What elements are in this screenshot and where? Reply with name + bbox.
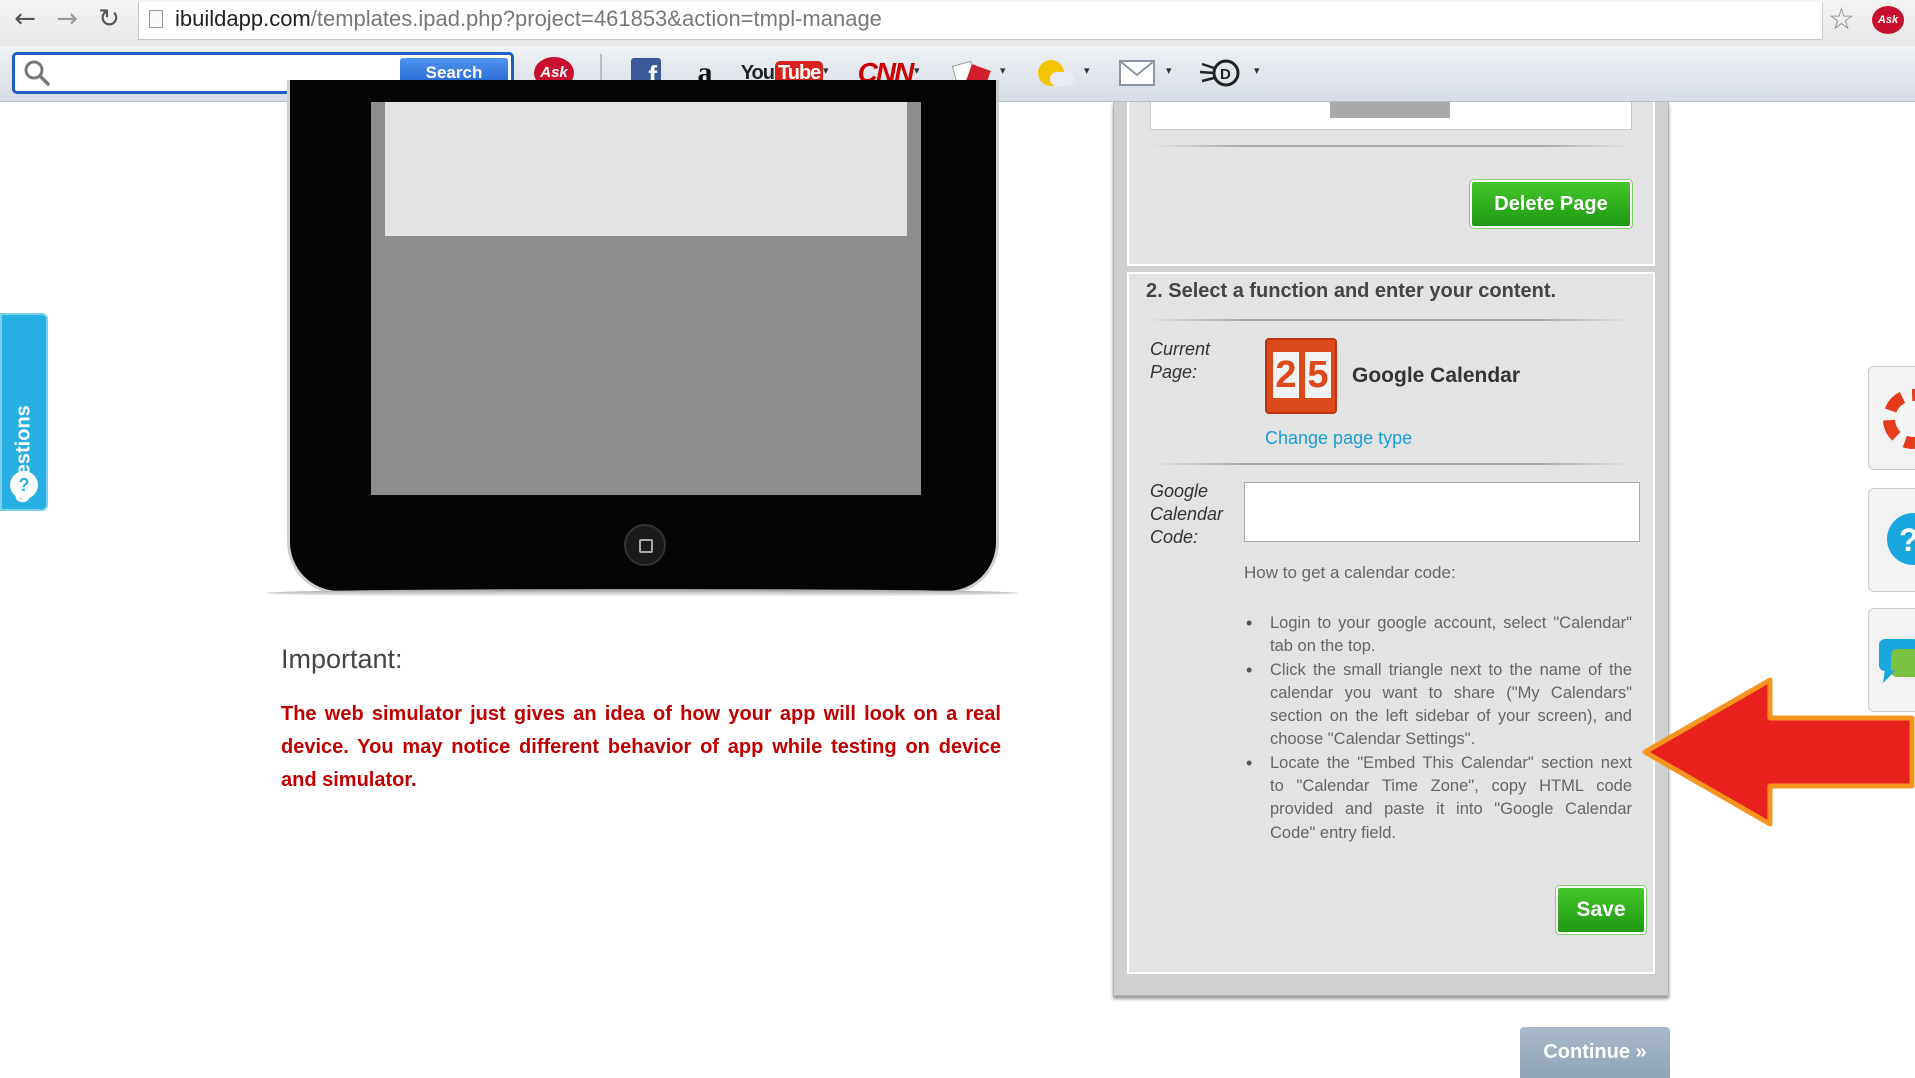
dictionary-dropdown-icon[interactable]: ▾ xyxy=(1254,64,1260,77)
url-field[interactable]: ibuildapp.com/templates.ipad.php?project… xyxy=(138,2,1823,40)
important-note: The web simulator just gives an idea of … xyxy=(281,703,1001,791)
divider xyxy=(1150,463,1632,465)
weather-dropdown-icon[interactable]: ▾ xyxy=(1084,64,1090,77)
current-page-type: Google Calendar xyxy=(1352,364,1521,387)
red-arrow-annotation xyxy=(1642,677,1915,827)
questions-tab[interactable]: Questions ? xyxy=(0,313,48,511)
weather-icon[interactable] xyxy=(1036,54,1076,92)
calendar-code-label-line: Google xyxy=(1150,481,1209,501)
change-page-type-link[interactable]: Change page type xyxy=(1265,428,1412,449)
ipad-home-button[interactable] xyxy=(624,524,666,566)
help-lifebuoy-widget[interactable] xyxy=(1868,366,1915,470)
divider xyxy=(1150,145,1632,147)
calendar-code-label: Google Calendar Code: xyxy=(1150,480,1223,549)
delete-page-button[interactable]: Delete Page xyxy=(1470,180,1632,228)
current-page-label-line: Current xyxy=(1150,339,1211,359)
svg-text:?: ? xyxy=(1899,522,1915,558)
calendar-icon: 2 5 xyxy=(1265,338,1337,414)
calendar-digit: 2 xyxy=(1273,352,1299,398)
forward-arrow-icon[interactable]: → xyxy=(52,4,82,34)
reload-icon[interactable]: ↻ xyxy=(94,4,124,34)
instruction-item: Login to your google account, select "Ca… xyxy=(1244,612,1632,659)
dictionary-icon[interactable]: D xyxy=(1198,54,1244,92)
question-mark-icon: ? xyxy=(10,471,38,499)
search-icon xyxy=(24,60,50,86)
lifebuoy-icon xyxy=(1883,389,1915,449)
continue-button[interactable]: Continue » xyxy=(1520,1027,1670,1078)
ipad-shadow xyxy=(266,589,1018,597)
mail-icon[interactable] xyxy=(1118,54,1156,92)
calendar-code-label-line: Calendar xyxy=(1150,504,1224,524)
save-button[interactable]: Save xyxy=(1556,886,1646,934)
url-domain: ibuildapp.com xyxy=(175,6,311,31)
ask-menu-icon[interactable]: Ask xyxy=(1872,6,1904,34)
current-page-label-line: Page: xyxy=(1150,362,1198,382)
page-document-icon xyxy=(149,10,163,28)
back-arrow-icon[interactable]: ← xyxy=(10,4,40,34)
question-bubble-icon: ? xyxy=(1887,513,1915,565)
faq-widget[interactable]: ? xyxy=(1868,488,1915,592)
current-page-label: Current Page: xyxy=(1150,338,1210,384)
ipad-screen-content xyxy=(385,102,907,236)
youtube-dropdown-icon[interactable]: ▾ xyxy=(823,64,829,77)
page-tab-handle xyxy=(1330,102,1450,118)
instruction-item: Locate the "Embed This Calendar" section… xyxy=(1244,752,1632,845)
games-dropdown-icon[interactable]: ▾ xyxy=(1000,64,1006,77)
divider xyxy=(1146,319,1634,321)
bookmark-star-icon[interactable]: ☆ xyxy=(1828,2,1855,37)
calendar-code-label-line: Code: xyxy=(1150,527,1199,547)
instruction-item: Click the small triangle next to the nam… xyxy=(1244,659,1632,752)
instructions-list: Login to your google account, select "Ca… xyxy=(1244,612,1632,845)
url-path: /templates.ipad.php?project=461853&actio… xyxy=(310,6,882,31)
important-heading: Important: xyxy=(281,644,403,674)
page: ← → ↻ ibuildapp.com/templates.ipad.php?p… xyxy=(0,0,1915,1078)
cnn-dropdown-icon[interactable]: ▾ xyxy=(914,64,920,77)
mail-dropdown-icon[interactable]: ▾ xyxy=(1166,64,1172,77)
calendar-digit: 5 xyxy=(1305,352,1331,398)
calendar-code-input[interactable] xyxy=(1244,482,1640,542)
section-title: 2. Select a function and enter your cont… xyxy=(1146,280,1557,302)
url-text[interactable]: ibuildapp.com/templates.ipad.php?project… xyxy=(175,6,882,32)
how-to-heading: How to get a calendar code: xyxy=(1244,563,1456,582)
browser-address-bar: ← → ↻ ibuildapp.com/templates.ipad.php?p… xyxy=(0,0,1915,46)
svg-text:D: D xyxy=(1220,66,1231,83)
